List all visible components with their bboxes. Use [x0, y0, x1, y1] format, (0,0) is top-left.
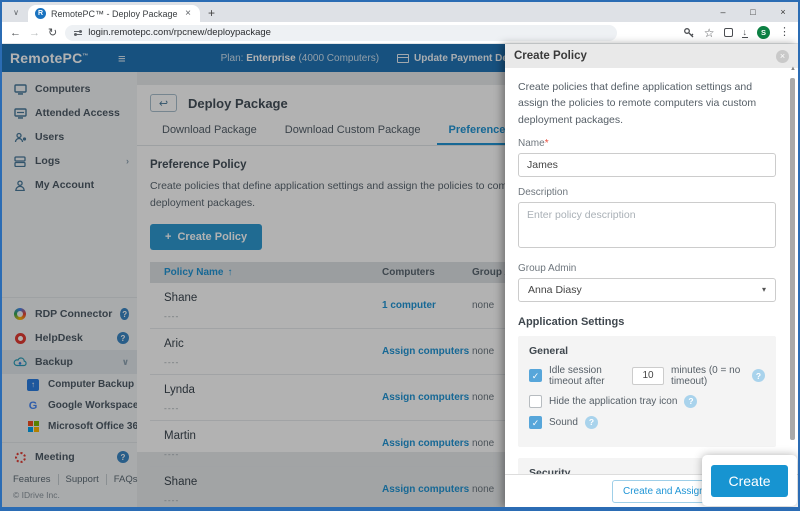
profile-avatar[interactable]: S	[757, 26, 770, 39]
application-settings-heading: Application Settings	[518, 316, 776, 328]
general-heading: General	[529, 345, 765, 357]
help-icon[interactable]: ?	[752, 369, 765, 382]
extensions-icon[interactable]	[724, 28, 733, 37]
address-bar[interactable]: login.remotepc.com/rpcnew/deploypackage	[65, 25, 617, 41]
back-icon[interactable]: ←	[10, 27, 21, 39]
tab-title: RemotePC™ - Deploy Package	[51, 9, 178, 19]
sound-checkbox[interactable]	[529, 416, 542, 429]
help-icon[interactable]: ?	[684, 395, 697, 408]
help-icon[interactable]: ?	[585, 416, 598, 429]
hide-tray-label: Hide the application tray icon	[549, 396, 677, 407]
hide-tray-row: Hide the application tray icon ?	[529, 395, 765, 408]
tab-search-icon[interactable]: ∨	[8, 4, 24, 20]
browser-window: ∨ R RemotePC™ - Deploy Package × + – □ ×…	[0, 0, 800, 511]
address-toolbar: ← → ↻ login.remotepc.com/rpcnew/deploypa…	[2, 22, 798, 44]
minimize-button[interactable]: –	[708, 7, 738, 17]
panel-title: Create Policy	[514, 50, 587, 62]
panel-close-icon[interactable]: ×	[776, 50, 789, 63]
dropdown-arrow-icon: ▾	[762, 285, 766, 294]
scrollbar-thumb[interactable]	[790, 78, 795, 440]
name-input[interactable]	[518, 153, 776, 177]
site-settings-icon[interactable]	[74, 31, 82, 35]
new-tab-button[interactable]: +	[208, 6, 215, 20]
group-admin-label: Group Admin	[518, 263, 776, 274]
idle-minutes-input[interactable]	[632, 367, 664, 385]
close-button[interactable]: ×	[768, 7, 798, 17]
tab-close-icon[interactable]: ×	[183, 8, 193, 19]
bookmark-star-icon[interactable]: ☆	[704, 27, 715, 39]
create-policy-panel: Create Policy × Create policies that def…	[505, 44, 798, 507]
scroll-up-icon[interactable]: ▲	[790, 66, 796, 72]
menu-kebab-icon[interactable]: ⋮	[779, 27, 790, 38]
sound-label: Sound	[549, 417, 578, 428]
tab-strip: ∨ R RemotePC™ - Deploy Package × + – □ ×	[2, 2, 798, 22]
create-button[interactable]: Create	[711, 465, 787, 497]
forward-icon[interactable]: →	[29, 27, 40, 39]
hide-tray-checkbox[interactable]	[529, 395, 542, 408]
sound-row: Sound ?	[529, 416, 765, 429]
description-label: Description	[518, 187, 776, 198]
maximize-button[interactable]: □	[738, 7, 768, 17]
reload-icon[interactable]: ↻	[48, 26, 57, 39]
panel-body: Create policies that define application …	[505, 68, 798, 474]
browser-tab[interactable]: R RemotePC™ - Deploy Package ×	[28, 5, 200, 22]
idle-timeout-label: Idle session timeout after	[549, 365, 625, 387]
group-admin-selected: Anna Diasy	[528, 284, 582, 296]
idle-timeout-row: Idle session timeout after minutes (0 = …	[529, 365, 765, 387]
group-admin-select[interactable]: Anna Diasy ▾	[518, 278, 776, 302]
url-text: login.remotepc.com/rpcnew/deploypackage	[88, 27, 271, 38]
download-icon[interactable]: ↓	[742, 27, 749, 39]
window-controls: – □ ×	[708, 2, 798, 22]
name-label: Name*	[518, 138, 776, 149]
panel-scrollbar[interactable]: ▲	[790, 74, 795, 467]
password-key-icon[interactable]	[683, 27, 695, 39]
general-settings-box: General Idle session timeout after minut…	[518, 336, 776, 447]
description-textarea[interactable]	[518, 202, 776, 248]
idle-timeout-checkbox[interactable]	[529, 369, 542, 382]
favicon-icon: R	[35, 8, 46, 19]
panel-intro: Create policies that define application …	[518, 79, 776, 128]
idle-timeout-suffix: minutes (0 = no timeout)	[671, 365, 745, 387]
create-button-spotlight: Create	[702, 455, 797, 506]
toolbar-icons: ☆ ↓ S ⋮	[683, 26, 790, 39]
